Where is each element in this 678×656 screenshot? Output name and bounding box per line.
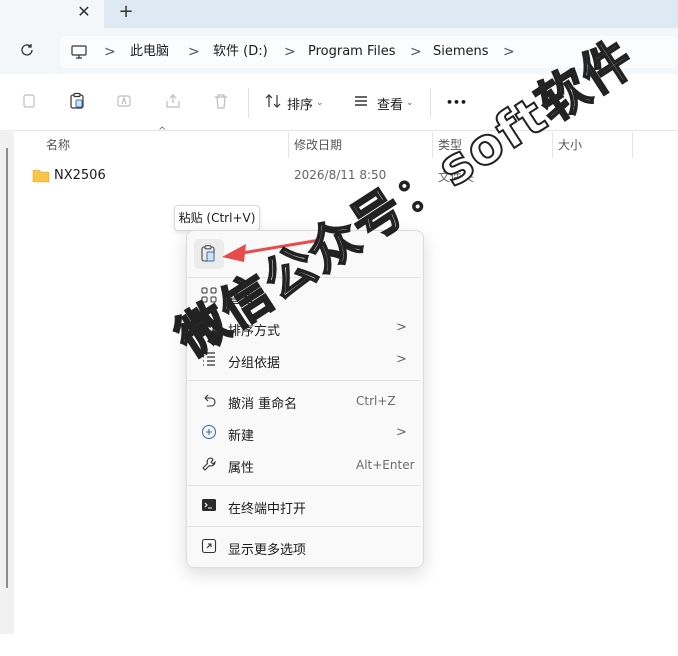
column-divider[interactable] [288, 132, 289, 158]
chevron-right-icon: > [188, 44, 200, 60]
menu-item-new[interactable]: 新建 [228, 425, 254, 444]
column-header-name[interactable]: 名称 [46, 136, 70, 158]
rename-icon[interactable] [114, 92, 136, 114]
chevron-right-icon: > [396, 425, 407, 440]
sort-ascending-icon: ^ [158, 126, 167, 137]
breadcrumb-this-pc[interactable]: 此电脑 [130, 36, 169, 68]
chevron-right-icon: > [284, 44, 296, 60]
new-icon [200, 424, 218, 442]
breadcrumb-siemens[interactable]: Siemens [433, 36, 489, 68]
sort-button[interactable]: 排序 [287, 94, 313, 113]
menu-divider [188, 526, 420, 527]
delete-icon[interactable] [210, 92, 232, 114]
toolbar-divider [248, 88, 249, 118]
refresh-icon[interactable] [16, 42, 38, 64]
column-header-modified[interactable]: 修改日期 [294, 136, 342, 158]
menu-item-group-by[interactable]: 分组依据 [228, 352, 280, 371]
file-row-name[interactable]: NX2506 [54, 168, 106, 183]
paste-tooltip: 粘贴 (Ctrl+V) [174, 205, 260, 231]
close-tab-icon[interactable]: ✕ [74, 2, 94, 22]
menu-item-show-more-options[interactable]: 显示更多选项 [228, 539, 306, 558]
menu-item-open-in-terminal[interactable]: 在终端中打开 [228, 498, 306, 517]
chevron-right-icon: > [396, 320, 407, 335]
chevron-down-icon: ⌄ [406, 98, 414, 108]
chevron-right-icon: > [410, 44, 422, 60]
cut-icon[interactable] [18, 92, 40, 114]
folder-icon [32, 168, 50, 188]
share-icon[interactable] [162, 92, 184, 114]
view-icon[interactable] [350, 92, 372, 114]
menu-item-properties[interactable]: 属性 [228, 457, 254, 476]
chevron-down-icon: ⌄ [316, 98, 324, 108]
menu-item-undo-rename[interactable]: 撤消 重命名 [228, 393, 297, 412]
undo-icon [200, 392, 218, 410]
column-header-size[interactable]: 大小 [558, 136, 582, 158]
paste-toolbar-icon[interactable] [66, 92, 88, 114]
wrench-icon [200, 456, 218, 474]
column-divider[interactable] [632, 132, 633, 158]
shortcut-properties: Alt+Enter [356, 458, 415, 472]
terminal-icon [200, 497, 218, 515]
scrollbar[interactable] [6, 148, 8, 588]
show-more-options-icon [200, 538, 218, 556]
view-button[interactable]: 查看 [377, 94, 403, 113]
sort-icon[interactable] [262, 92, 284, 114]
chevron-right-icon: > [396, 352, 407, 367]
chevron-right-icon[interactable]: > [503, 36, 515, 68]
toolbar-divider [430, 88, 431, 118]
menu-divider [188, 485, 420, 486]
shortcut-undo: Ctrl+Z [356, 394, 396, 408]
more-options-icon[interactable]: ••• [446, 96, 467, 109]
chevron-right-icon: > [104, 44, 116, 60]
new-tab-icon[interactable]: + [116, 2, 136, 22]
breadcrumb-program-files[interactable]: Program Files [308, 36, 396, 68]
menu-divider [188, 380, 420, 381]
computer-icon [70, 43, 88, 65]
breadcrumb-drive-d[interactable]: 软件 (D:) [213, 36, 268, 68]
